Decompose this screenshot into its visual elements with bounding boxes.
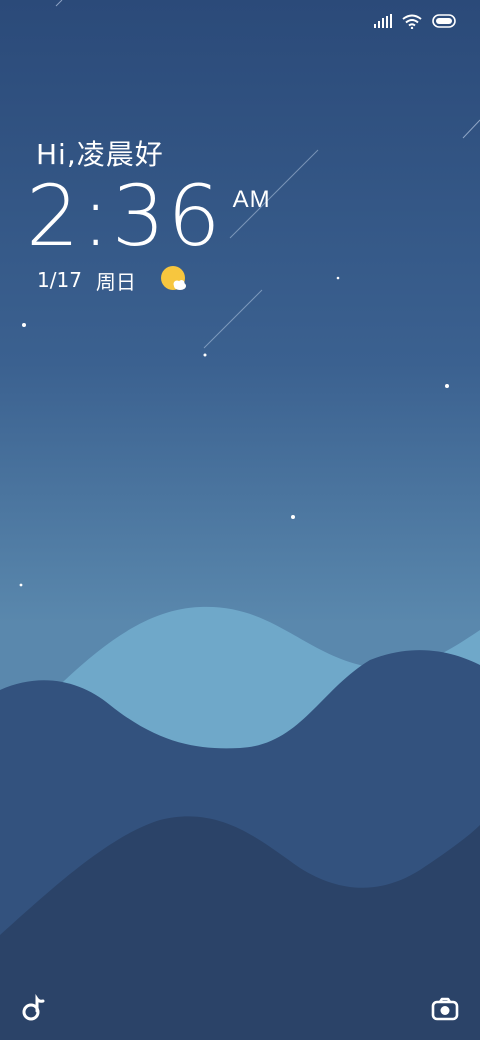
star [203, 353, 207, 357]
star [336, 276, 340, 280]
signal-icon [374, 14, 392, 28]
battery-icon [432, 14, 456, 28]
star [445, 384, 449, 388]
lock-screen: Hi,凌晨好 2:36 AM 1/17 周日 [0, 0, 480, 1040]
wifi-icon [402, 14, 422, 29]
music-icon[interactable] [18, 994, 48, 1024]
star [19, 583, 23, 587]
clock-time: 2:36 [26, 167, 223, 265]
camera-icon[interactable] [430, 994, 460, 1024]
partly-cloudy-icon[interactable] [160, 265, 190, 295]
star [22, 323, 26, 327]
weekday-text: 周日 [95, 269, 136, 294]
date-text: 1/17 [37, 268, 82, 292]
date-row: 1/17 周日 [37, 265, 190, 295]
status-bar [374, 10, 456, 32]
clock: 2:36 AM [26, 168, 271, 264]
star [291, 515, 295, 519]
clock-ampm: AM [232, 186, 271, 213]
